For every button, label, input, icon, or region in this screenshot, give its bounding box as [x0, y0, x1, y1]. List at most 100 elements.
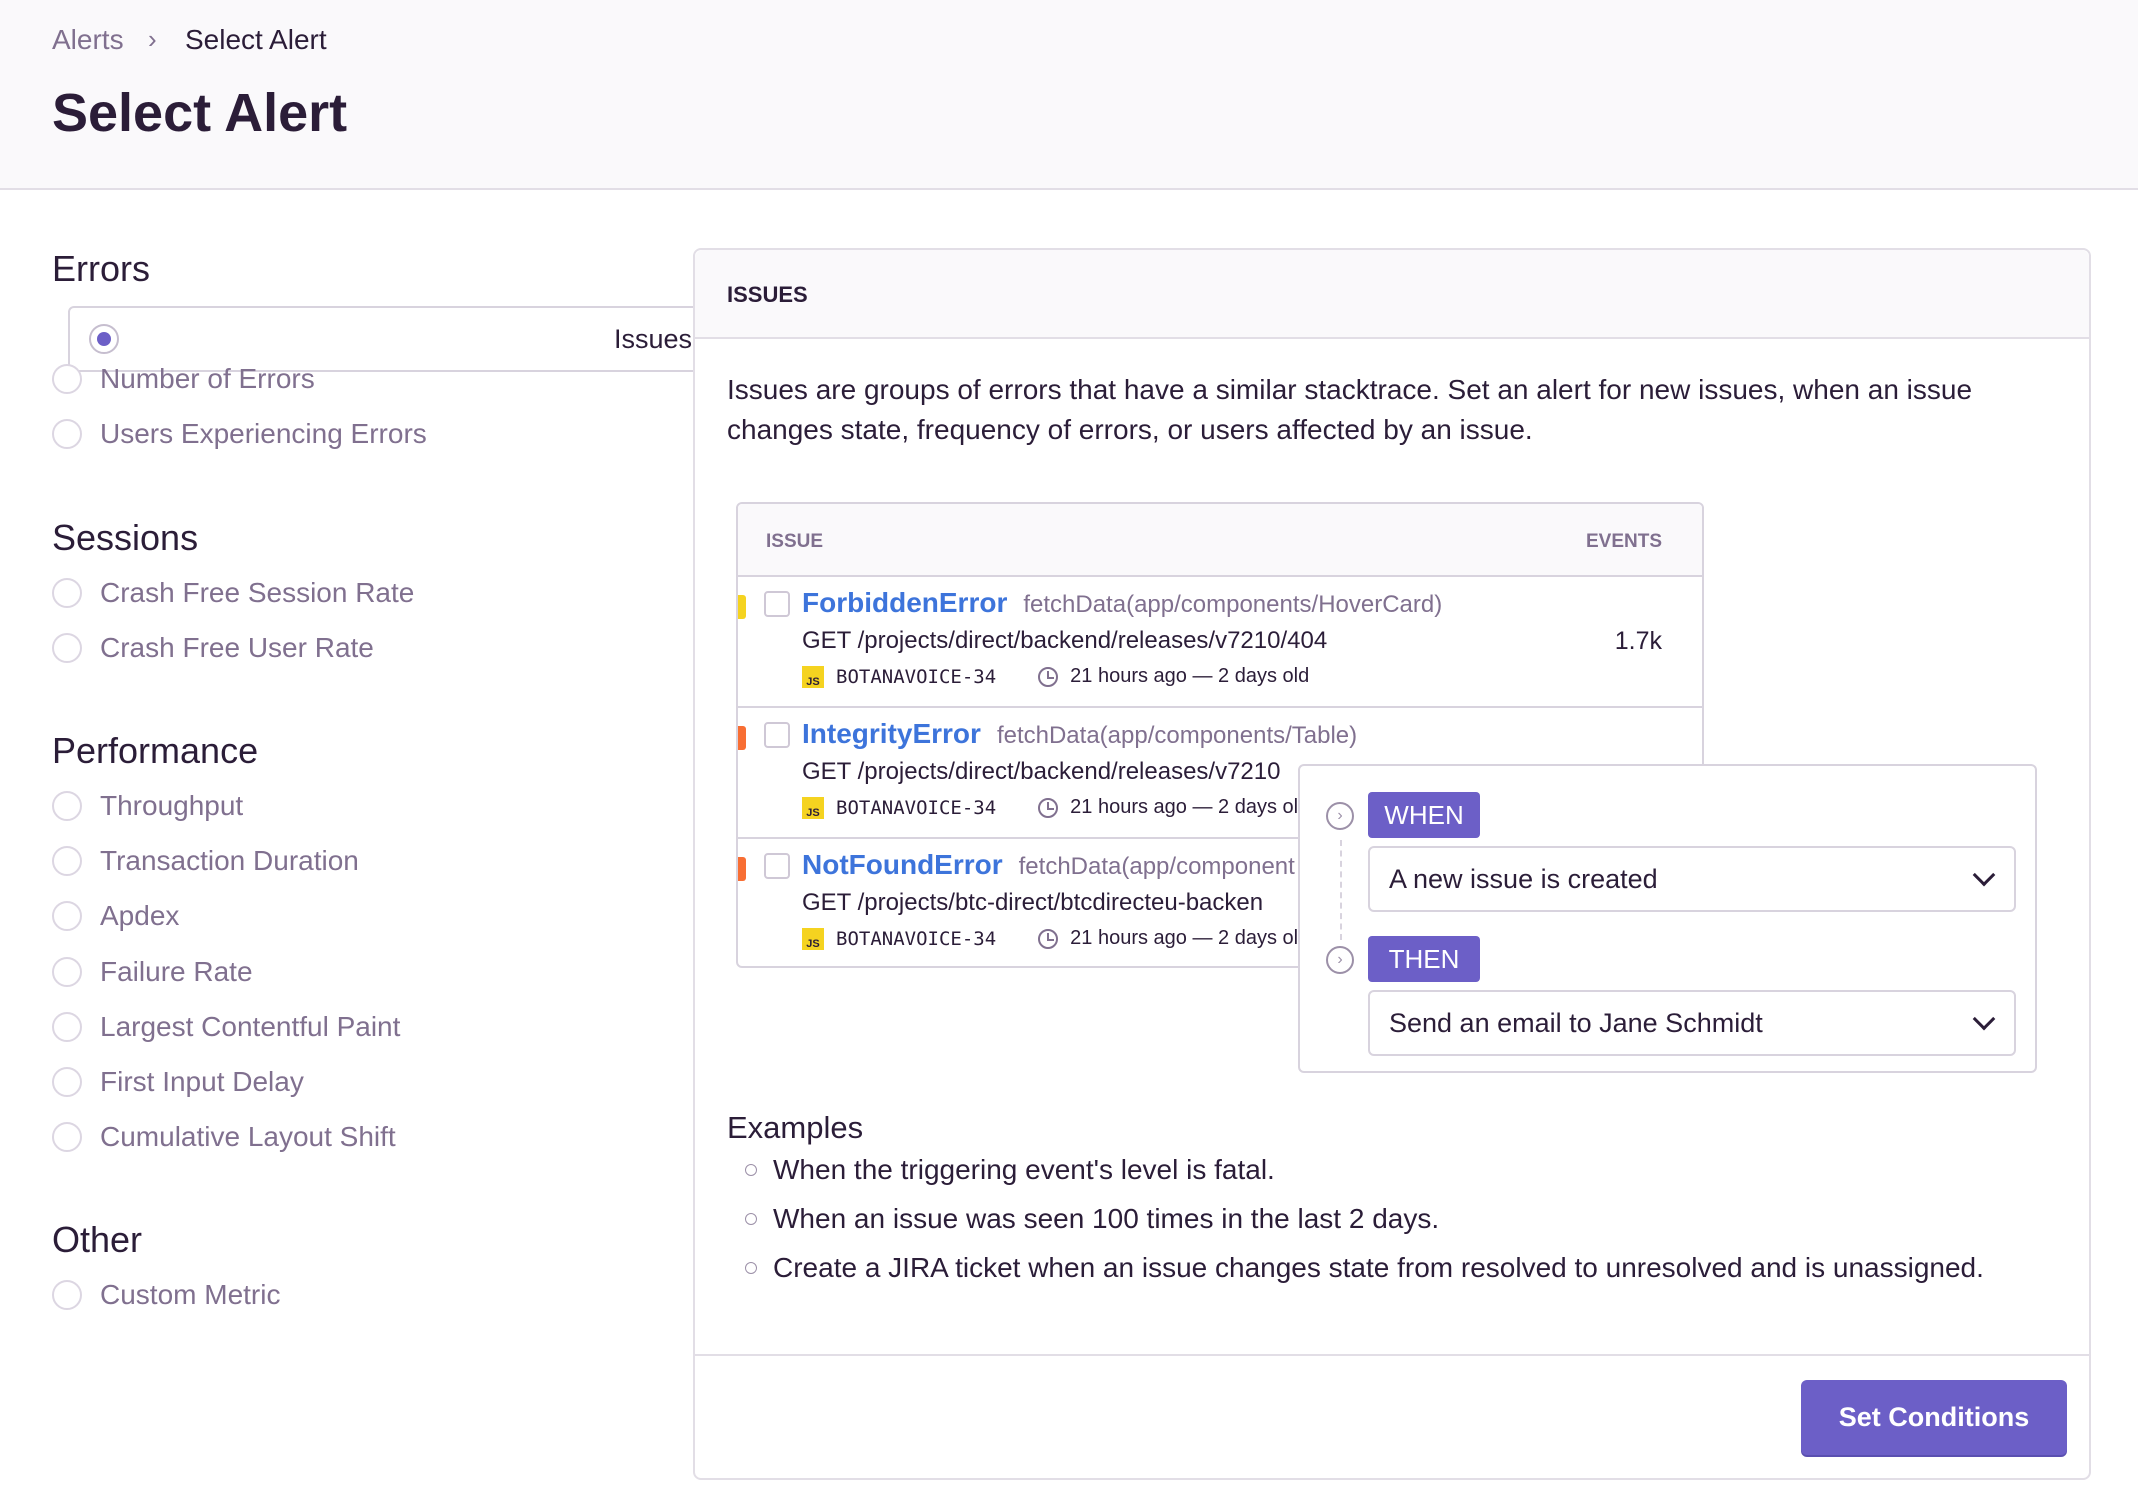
panel-description: Issues are groups of errors that have a … [727, 374, 1973, 445]
option-label: Number of Errors [100, 363, 315, 395]
alert-option-cumulative-layout-shift[interactable]: Cumulative Layout Shift [52, 1119, 396, 1155]
issue-short-id: BOTANAVOICE-34 [836, 927, 997, 950]
option-label: Crash Free User Rate [100, 632, 374, 664]
connector-line [1340, 840, 1342, 940]
set-conditions-button[interactable]: Set Conditions [1801, 1380, 2067, 1455]
example-item: When an issue was seen 100 times in the … [745, 1203, 1439, 1235]
javascript-platform-icon: JS [802, 927, 824, 950]
alert-option-number-of-errors[interactable]: Number of Errors [52, 361, 315, 397]
issue-request: GET /projects/direct/backend/releases/v7… [802, 627, 1328, 654]
option-label: Users Experiencing Errors [100, 418, 427, 450]
option-label: Issues [613, 323, 692, 354]
examples-heading: Examples [727, 1110, 864, 1145]
panel-footer-divider [695, 1354, 2089, 1356]
alert-option-largest-contentful-paint[interactable]: Largest Contentful Paint [52, 1009, 400, 1045]
radio-button[interactable] [52, 578, 82, 608]
radio-button[interactable] [52, 791, 82, 821]
chevron-down-icon [1972, 1007, 1996, 1031]
radio-button[interactable] [52, 1011, 82, 1042]
row-checkbox[interactable] [764, 591, 790, 617]
issue-culprit: fetchData(app/component [1018, 853, 1295, 880]
alert-option-failure-rate[interactable]: Failure Rate [52, 954, 253, 990]
group-heading: Other [52, 1219, 143, 1260]
option-label: Crash Free Session Rate [100, 577, 415, 608]
clock-icon [1038, 797, 1059, 818]
column-issue: ISSUE [766, 531, 824, 552]
issue-events-count: 1.7k [1614, 627, 1662, 655]
when-select[interactable]: A new issue is created [1368, 846, 2016, 912]
option-label: Cumulative Layout Shift [100, 1121, 396, 1153]
issue-short-id: BOTANAVOICE-34 [836, 796, 997, 819]
when-value: A new issue is created [1389, 863, 1658, 894]
alert-option-first-input-delay[interactable]: First Input Delay [52, 1064, 304, 1100]
page-header: Alerts › Select Alert Select Alert [0, 0, 2138, 190]
column-events: EVENTS [1585, 531, 1662, 552]
then-select[interactable]: Send an email to Jane Schmidt [1368, 990, 2016, 1056]
breadcrumb-alerts-link[interactable]: Alerts [52, 24, 124, 56]
option-label: Throughput [100, 790, 244, 821]
alert-option-users-experiencing-errors[interactable]: Users Experiencing Errors [52, 416, 427, 452]
issue-title-link[interactable]: NotFoundError [802, 849, 1003, 880]
issue-title-link[interactable]: ForbiddenError [802, 587, 1007, 618]
row-checkbox[interactable] [764, 853, 790, 879]
radio-button[interactable] [52, 633, 82, 664]
issue-request: GET /projects/direct/backend/releases/v7… [802, 758, 1281, 785]
clock-icon [1038, 666, 1059, 687]
issue-culprit: fetchData(app/components/HoverCard) [1023, 591, 1443, 618]
radio-button[interactable] [52, 901, 82, 932]
level-indicator [738, 857, 746, 881]
alert-option-throughput[interactable]: Throughput [52, 788, 243, 824]
alert-option-crash-free-user-rate[interactable]: Crash Free User Rate [52, 630, 374, 666]
clock-icon [1038, 928, 1059, 949]
alert-option-transaction-duration[interactable]: Transaction Duration [52, 843, 359, 879]
alert-option-crash-free-session-rate[interactable]: Crash Free Session Rate [52, 575, 414, 611]
example-item: Create a JIRA ticket when an issue chang… [745, 1252, 1984, 1284]
issue-time: 21 hours ago — 2 days ol [1070, 796, 1299, 818]
panel-title: ISSUES [727, 282, 808, 307]
issue-time: 21 hours ago — 2 days ol [1070, 927, 1299, 949]
breadcrumb-chevron-icon: › [148, 24, 157, 54]
issue-culprit: fetchData(app/components/Table) [996, 722, 1358, 749]
radio-button[interactable] [52, 1122, 82, 1153]
issue-short-id: BOTANAVOICE-34 [836, 665, 997, 688]
javascript-platform-icon: JS [802, 665, 824, 688]
option-label: Transaction Duration [100, 845, 359, 877]
breadcrumb-current: Select Alert [185, 24, 327, 55]
example-item: When the triggering event's level is fat… [745, 1154, 1275, 1186]
chevron-right-icon: › [1326, 946, 1354, 974]
group-heading: Errors [52, 248, 150, 289]
radio-button[interactable] [52, 364, 82, 395]
radio-button[interactable] [52, 1280, 82, 1310]
alert-detail-panel: ISSUES Issues are groups of errors that … [693, 248, 2091, 1480]
chevron-right-icon: › [1326, 802, 1354, 830]
level-indicator [738, 726, 746, 750]
issue-title-link[interactable]: IntegrityError [802, 718, 981, 749]
when-badge: WHEN [1368, 792, 1480, 838]
radio-button[interactable] [52, 846, 82, 877]
option-label: Custom Metric [100, 1279, 281, 1310]
alert-option-apdex[interactable]: Apdex [52, 898, 179, 934]
radio-button[interactable] [89, 324, 119, 354]
option-label: Apdex [100, 900, 180, 932]
panel-header: ISSUES [695, 250, 2089, 339]
group-heading: Performance [52, 730, 259, 771]
javascript-platform-icon: JS [802, 796, 824, 819]
radio-button[interactable] [52, 956, 82, 987]
row-checkbox[interactable] [764, 722, 790, 748]
option-label: First Input Delay [100, 1066, 304, 1097]
rule-preview-card: › WHEN A new issue is created › THEN Sen… [1298, 764, 2037, 1073]
table-header: ISSUE EVENTS [738, 504, 1702, 577]
page-title: Select Alert [52, 83, 348, 143]
level-indicator [738, 595, 746, 619]
table-row: ForbiddenError fetchData(app/components/H… [738, 577, 1702, 708]
issue-request: GET /projects/btc-direct/btcdirecteu-bac… [802, 889, 1264, 916]
option-label: Failure Rate [100, 955, 253, 987]
alert-option-custom-metric[interactable]: Custom Metric [52, 1277, 280, 1313]
option-label: Largest Contentful Paint [100, 1010, 401, 1042]
then-badge: THEN [1368, 936, 1480, 982]
then-value: Send an email to Jane Schmidt [1389, 1007, 1763, 1038]
radio-button[interactable] [52, 1067, 82, 1097]
issue-time: 21 hours ago — 2 days old [1070, 665, 1310, 687]
chevron-down-icon [1972, 863, 1996, 887]
radio-button[interactable] [52, 419, 82, 450]
